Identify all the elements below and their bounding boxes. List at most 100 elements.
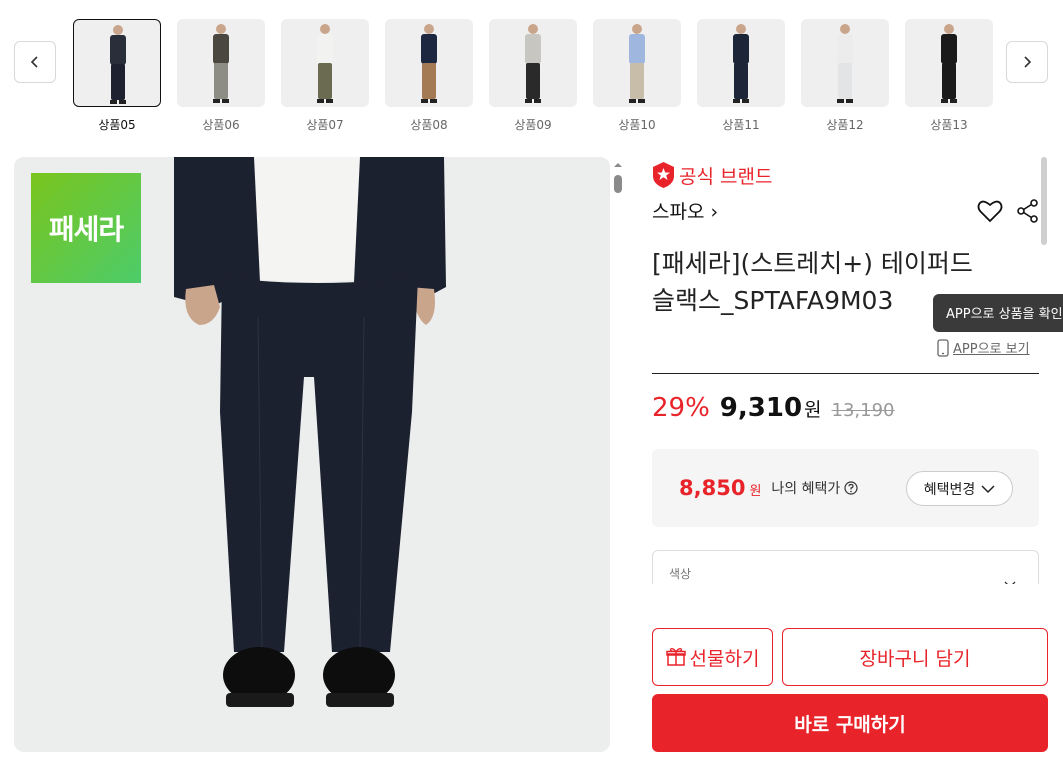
gift-button[interactable]: 선물하기 [652,628,773,686]
panel-scrollbar-thumb[interactable] [1041,157,1047,245]
gift-icon [665,647,686,666]
share-icon[interactable] [1017,198,1039,223]
thumbnail-figure-part [941,34,957,64]
buy-now-label: 바로 구매하기 [794,713,906,736]
thumbnail-figure-part [941,99,948,103]
thumbnail-item[interactable]: 상품09 [489,19,577,133]
scroll-up-arrow-icon [614,163,622,167]
panel-scrollbar[interactable] [1040,157,1048,767]
chevron-down-icon [1004,581,1016,584]
thumbnail-figure-part [629,34,645,64]
thumbnail-figure-part [421,34,437,64]
thumbnail-figure-part [534,99,541,103]
thumbnail-figure-part [838,63,852,99]
change-benefit-button[interactable]: 혜택변경 [906,471,1013,506]
thumbnail-image [905,19,993,107]
thumbnail-label: 상품09 [514,118,552,132]
price-divider [652,373,1039,374]
thumbnail-model-figure [733,24,749,103]
thumbnail-item[interactable]: 상품07 [281,19,369,133]
thumbnail-image [73,19,161,107]
thumbnail-figure-part [213,34,229,64]
image-scrollbar[interactable] [613,160,623,200]
thumbnail-model-figure [525,24,541,103]
thumbnail-prev-button[interactable] [14,41,56,83]
thumbnail-image [489,19,577,107]
thumbnail-item[interactable]: 상품13 [905,19,993,133]
thumbnail-figure-part [317,99,324,103]
add-to-cart-button[interactable]: 장바구니 담기 [782,628,1048,686]
benefit-price-box: 8,850 원 나의 혜택가 혜택변경 [652,449,1039,527]
chevron-down-icon [981,484,995,493]
thumbnail-list: 상품05 상품06 상품07 상품08 상품09 상품10 상품11 상품12 상품13 [73,19,993,133]
color-select[interactable]: 색상 [652,550,1039,584]
mobile-phone-icon [937,338,949,357]
thumbnail-image [697,19,785,107]
thumbnail-image [801,19,889,107]
thumbnail-figure-part [629,99,636,103]
buy-now-button[interactable]: 바로 구매하기 [652,694,1048,752]
thumbnail-figure-part [638,99,645,103]
thumbnail-figure-part [326,99,333,103]
gift-button-label: 선물하기 [689,647,760,670]
thumbnail-figure-part [110,35,126,65]
brand-logo-text: 패세라 [48,213,124,246]
thumbnail-figure-part [222,99,229,103]
brand-row: 스파오 › [652,197,1039,224]
thumbnail-model-figure [110,25,126,104]
price-row: 29% 9,310 원 13,190 [652,393,895,423]
thumbnail-figure-part [214,63,228,99]
thumbnail-model-figure [421,24,437,103]
brand-logo: 패세라 [31,173,141,283]
thumbnail-item[interactable]: 상품06 [177,19,265,133]
thumbnail-figure-part [113,25,123,35]
thumbnail-figure-part [942,63,956,99]
app-view-link[interactable]: APP으로 보기 [937,338,1030,357]
image-scrollbar-thumb[interactable] [614,175,622,193]
thumbnail-figure-part [119,100,126,104]
thumbnail-label: 상품11 [722,118,760,132]
thumbnail-figure-part [632,24,642,34]
change-benefit-label: 혜택변경 [923,481,976,498]
thumbnail-figure-part [528,24,538,34]
original-price: 13,190 [831,400,895,421]
thumbnail-next-button[interactable] [1006,41,1048,83]
brand-link[interactable]: 스파오 › [652,197,718,224]
thumbnail-figure-part [840,24,850,34]
thumbnail-figure-part [526,63,540,99]
thumbnail-figure-part [944,24,954,34]
thumbnail-figure-part [111,64,125,100]
benefit-price: 8,850 [679,476,746,500]
thumbnail-figure-part [216,24,226,34]
thumbnail-figure-part [950,99,957,103]
star-badge-icon [653,162,674,188]
product-actions [977,198,1039,223]
product-title-line1: [패세라](스트레치+) 테이퍼드 [652,249,973,278]
sale-price: 9,310 [719,393,803,423]
thumbnail-item[interactable]: 상품10 [593,19,681,133]
question-circle-icon[interactable] [844,481,858,495]
thumbnail-item[interactable]: 상품08 [385,19,473,133]
product-info-panel: 공식 브랜드 스파오 › [패세라](스트레치+) 테이퍼드 슬랙스_SPTAF… [652,157,1039,315]
official-brand-label: 공식 브랜드 [679,165,773,188]
benefit-label-text: 나의 혜택가 [771,481,841,497]
thumbnail-figure-part [736,24,746,34]
heart-icon[interactable] [977,199,1003,223]
official-brand-badge: 공식 브랜드 [652,157,1039,193]
thumbnail-figure-part [318,63,332,99]
discount-rate: 29% [652,393,710,423]
thumbnail-figure-part [733,34,749,64]
thumbnail-label: 상품06 [202,118,240,132]
main-product-image[interactable]: 패세라 [14,157,610,752]
thumbnail-label: 상품05 [98,118,136,132]
thumbnail-model-figure [213,24,229,103]
thumbnail-item[interactable]: 상품05 [73,19,161,133]
thumbnail-figure-part [734,63,748,99]
thumbnail-label: 상품13 [930,118,968,132]
thumbnail-figure-part [733,99,740,103]
thumbnail-figure-part [525,99,532,103]
thumbnail-item[interactable]: 상품11 [697,19,785,133]
thumbnail-figure-part [110,100,117,104]
thumbnail-item[interactable]: 상품12 [801,19,889,133]
app-view-label: APP으로 보기 [953,342,1030,357]
